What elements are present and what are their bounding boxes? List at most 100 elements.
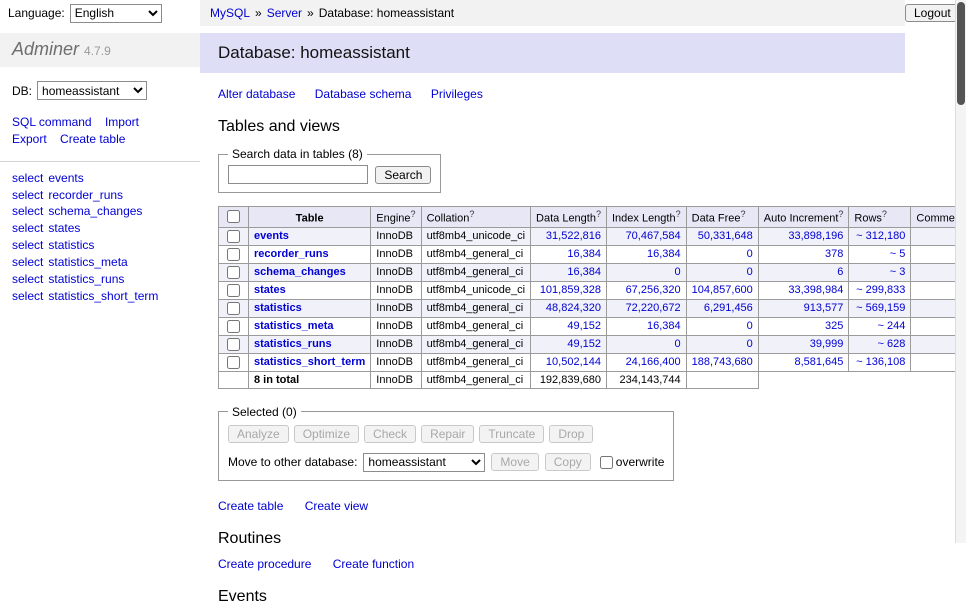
scrollbar-thumb[interactable] xyxy=(957,2,965,105)
rows-link[interactable]: ~ 136,108 xyxy=(856,356,905,368)
data-free-link[interactable]: 0 xyxy=(747,266,753,278)
auto-increment-link[interactable]: 39,999 xyxy=(810,338,844,350)
search-input[interactable] xyxy=(228,165,368,184)
sidebar-table-states[interactable]: states xyxy=(48,221,80,235)
data-free-link[interactable]: 0 xyxy=(747,338,753,350)
sidebar-table-statistics-runs[interactable]: statistics_runs xyxy=(48,272,124,286)
table-link[interactable]: recorder_runs xyxy=(254,248,329,260)
data-length-link[interactable]: 16,384 xyxy=(567,266,601,278)
sidebar-table-statistics-meta[interactable]: statistics_meta xyxy=(48,255,127,269)
database-schema-link[interactable]: Database schema xyxy=(315,87,412,101)
sidebar-table-recorder-runs[interactable]: recorder_runs xyxy=(48,188,123,202)
select-link[interactable]: select xyxy=(12,221,43,235)
row-checkbox[interactable] xyxy=(227,284,240,297)
select-link[interactable]: select xyxy=(12,272,43,286)
data-length-link[interactable]: 31,522,816 xyxy=(546,230,601,242)
move-button[interactable]: Move xyxy=(491,453,538,471)
data-length-link[interactable]: 10,502,144 xyxy=(546,356,601,368)
select-link[interactable]: select xyxy=(12,188,43,202)
row-checkbox[interactable] xyxy=(227,320,240,333)
help-icon[interactable]: ? xyxy=(882,209,887,219)
data-length-link[interactable]: 101,859,328 xyxy=(540,284,601,296)
optimize-button[interactable]: Optimize xyxy=(294,425,359,443)
index-length-link[interactable]: 70,467,584 xyxy=(626,230,681,242)
rows-link[interactable]: ~ 299,833 xyxy=(856,284,905,296)
auto-increment-link[interactable]: 325 xyxy=(825,320,843,332)
db-select[interactable]: homeassistant xyxy=(37,81,147,100)
analyze-button[interactable]: Analyze xyxy=(228,425,289,443)
data-free-link[interactable]: 6,291,456 xyxy=(704,302,753,314)
truncate-button[interactable]: Truncate xyxy=(479,425,544,443)
table-link[interactable]: states xyxy=(254,284,286,296)
auto-increment-link[interactable]: 6 xyxy=(837,266,843,278)
auto-increment-link[interactable]: 8,581,645 xyxy=(794,356,843,368)
sidebar-link-create-table[interactable]: Create table xyxy=(60,132,125,146)
scrollbar[interactable] xyxy=(955,0,966,543)
select-link[interactable]: select xyxy=(12,255,43,269)
row-checkbox[interactable] xyxy=(227,338,240,351)
rows-link[interactable]: ~ 5 xyxy=(890,248,906,260)
sidebar-link-import[interactable]: Import xyxy=(105,115,139,129)
data-free-link[interactable]: 0 xyxy=(747,248,753,260)
rows-link[interactable]: ~ 312,180 xyxy=(856,230,905,242)
select-link[interactable]: select xyxy=(12,204,43,218)
table-link[interactable]: schema_changes xyxy=(254,266,346,278)
sidebar-table-statistics[interactable]: statistics xyxy=(48,238,94,252)
table-link[interactable]: statistics_short_term xyxy=(254,356,365,368)
create-table-link[interactable]: Create table xyxy=(218,499,283,513)
language-select[interactable]: English xyxy=(70,4,162,23)
select-link[interactable]: select xyxy=(12,171,43,185)
index-length-link[interactable]: 16,384 xyxy=(647,320,681,332)
rows-link[interactable]: ~ 3 xyxy=(890,266,906,278)
create-procedure-link[interactable]: Create procedure xyxy=(218,557,311,571)
row-checkbox[interactable] xyxy=(227,302,240,315)
table-link[interactable]: events xyxy=(254,230,289,242)
sidebar-table-schema-changes[interactable]: schema_changes xyxy=(48,204,142,218)
row-checkbox[interactable] xyxy=(227,356,240,369)
overwrite-checkbox[interactable] xyxy=(600,456,613,469)
select-link[interactable]: select xyxy=(12,289,43,303)
move-database-select[interactable]: homeassistant xyxy=(363,453,485,472)
help-icon[interactable]: ? xyxy=(596,209,601,219)
search-button[interactable]: Search xyxy=(375,166,431,184)
row-checkbox[interactable] xyxy=(227,248,240,261)
table-link[interactable]: statistics_meta xyxy=(254,320,334,332)
select-link[interactable]: select xyxy=(12,238,43,252)
sidebar-table-statistics-short-term[interactable]: statistics_short_term xyxy=(48,289,158,303)
repair-button[interactable]: Repair xyxy=(421,425,474,443)
rows-link[interactable]: ~ 244 xyxy=(878,320,906,332)
table-link[interactable]: statistics xyxy=(254,302,302,314)
row-checkbox[interactable] xyxy=(227,230,240,243)
index-length-link[interactable]: 24,166,400 xyxy=(626,356,681,368)
auto-increment-link[interactable]: 33,398,984 xyxy=(788,284,843,296)
create-function-link[interactable]: Create function xyxy=(333,557,414,571)
check-button[interactable]: Check xyxy=(364,425,416,443)
rows-link[interactable]: ~ 628 xyxy=(878,338,906,350)
sidebar-link-export[interactable]: Export xyxy=(12,132,47,146)
help-icon[interactable]: ? xyxy=(411,209,416,219)
drop-button[interactable]: Drop xyxy=(549,425,593,443)
row-checkbox[interactable] xyxy=(227,266,240,279)
data-free-link[interactable]: 188,743,680 xyxy=(692,356,753,368)
sidebar-table-events[interactable]: events xyxy=(48,171,83,185)
data-free-link[interactable]: 104,857,600 xyxy=(692,284,753,296)
help-icon[interactable]: ? xyxy=(469,209,474,219)
data-free-link[interactable]: 50,331,648 xyxy=(698,230,753,242)
auto-increment-link[interactable]: 913,577 xyxy=(804,302,844,314)
breadcrumb-link-server[interactable]: Server xyxy=(267,6,302,20)
help-icon[interactable]: ? xyxy=(838,209,843,219)
sidebar-link-sql-command[interactable]: SQL command xyxy=(12,115,92,129)
index-length-link[interactable]: 16,384 xyxy=(647,248,681,260)
data-length-link[interactable]: 49,152 xyxy=(567,320,601,332)
select-all-checkbox[interactable] xyxy=(227,210,240,223)
breadcrumb-link-mysql[interactable]: MySQL xyxy=(210,6,250,20)
table-link[interactable]: statistics_runs xyxy=(254,338,332,350)
create-view-link[interactable]: Create view xyxy=(305,499,368,513)
auto-increment-link[interactable]: 378 xyxy=(825,248,843,260)
help-icon[interactable]: ? xyxy=(676,209,681,219)
data-length-link[interactable]: 16,384 xyxy=(567,248,601,260)
logout-button[interactable]: Logout xyxy=(905,4,960,22)
data-free-link[interactable]: 0 xyxy=(747,320,753,332)
auto-increment-link[interactable]: 33,898,196 xyxy=(788,230,843,242)
index-length-link[interactable]: 0 xyxy=(675,338,681,350)
